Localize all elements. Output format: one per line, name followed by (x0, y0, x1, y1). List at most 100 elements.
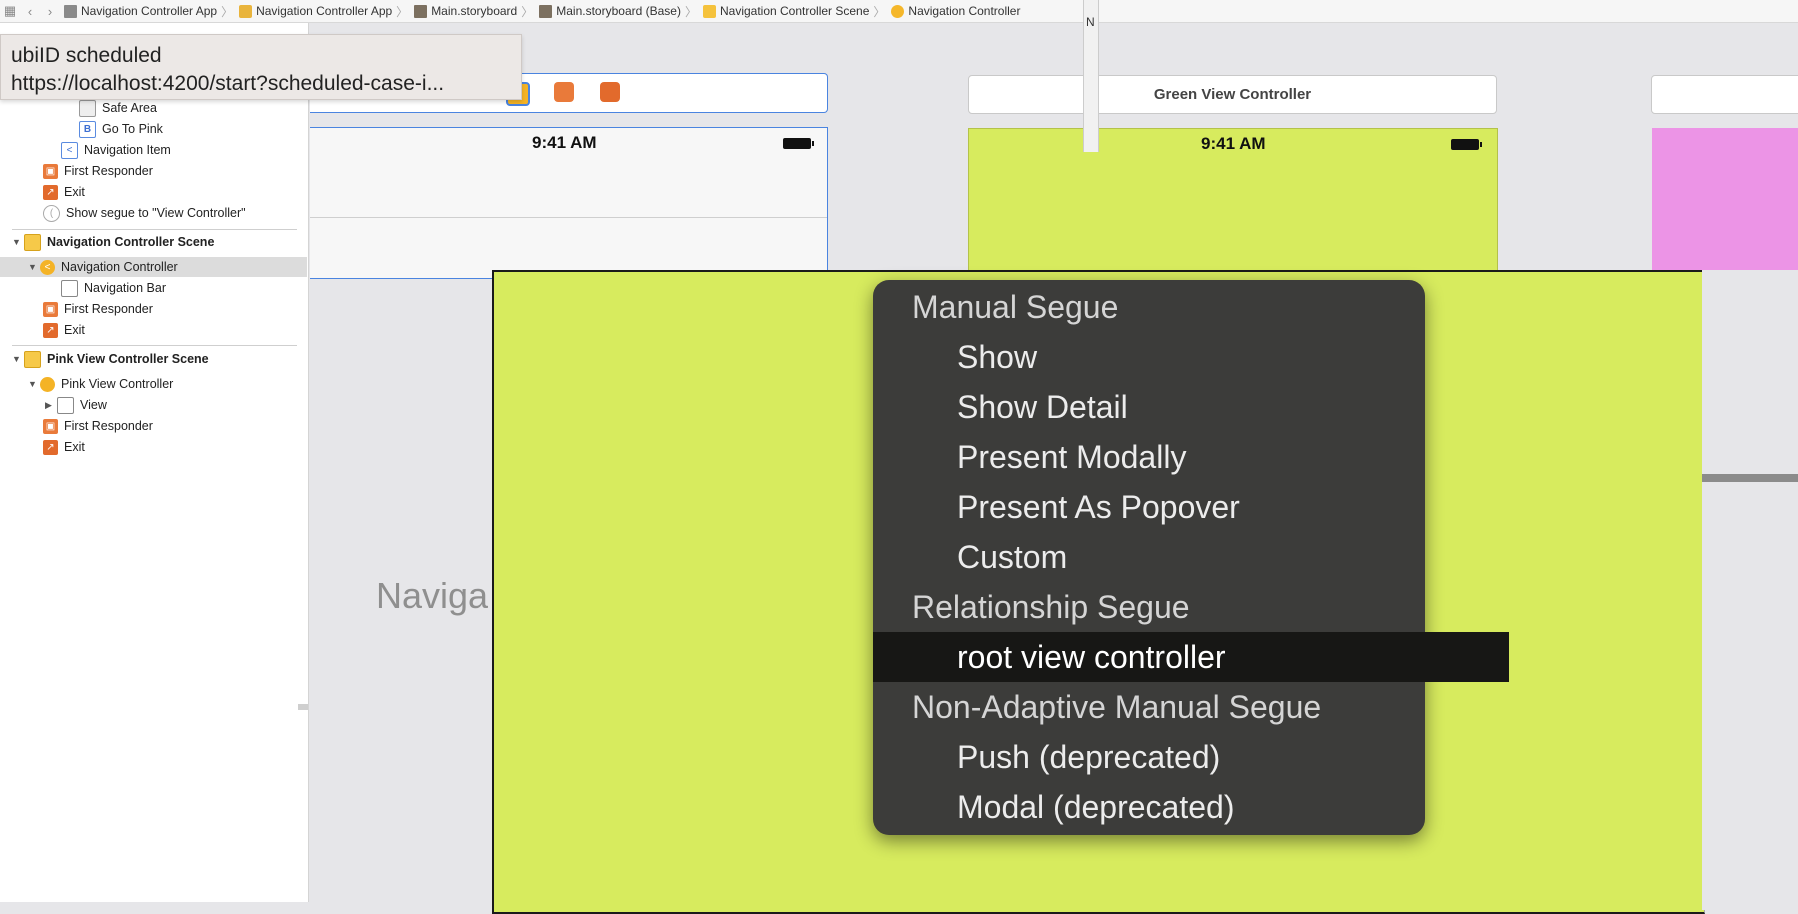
green-view-controller-title[interactable]: Green View Controller (968, 75, 1497, 114)
disclosure-triangle-icon[interactable]: ▼ (12, 237, 24, 247)
first-responder-icon: ▣ (43, 163, 58, 179)
view-icon (57, 396, 74, 414)
first-responder-icon: ▣ (43, 418, 58, 434)
notification-tooltip: ubiID scheduled https://localhost:4200/s… (0, 34, 522, 100)
breadcrumb-storyboard-base[interactable]: Main.storyboard (Base) 〉 (535, 3, 699, 20)
exit-icon[interactable] (600, 82, 620, 102)
breadcrumb-label: Main.storyboard (431, 4, 518, 18)
menu-header-relationship-segue: Relationship Segue (912, 588, 1190, 625)
document-outline: Safe Area B Go To Pink < Navigation Item… (0, 23, 309, 902)
status-bar-time: 9:41 AM (1201, 134, 1266, 153)
outline-label: First Responder (64, 419, 153, 433)
outline-item-show-segue[interactable]: ( Show segue to "View Controller" (43, 203, 246, 223)
breadcrumb-label: Navigation Controller App (81, 4, 218, 18)
canvas-background (1702, 270, 1798, 910)
outline-label: First Responder (64, 164, 153, 178)
menu-item-push-deprecated[interactable]: Push (deprecated) (873, 732, 1509, 782)
tooltip-title: ubiID scheduled (11, 44, 162, 67)
navigation-item-icon: < (61, 141, 78, 159)
battery-icon (1451, 139, 1482, 150)
breadcrumb-project[interactable]: Navigation Controller App 〉 (60, 3, 235, 20)
outline-label: Pink View Controller (61, 377, 174, 391)
forward-arrow-icon[interactable]: › (40, 4, 60, 19)
sidebar-resize-handle[interactable] (298, 704, 308, 710)
outline-item-first-responder[interactable]: ▣ First Responder (43, 161, 153, 181)
outline-label: Safe Area (102, 101, 157, 115)
exit-icon: ↗ (43, 439, 58, 455)
segue-icon: ( (43, 204, 60, 222)
outline-item-exit[interactable]: ↗ Exit (43, 437, 85, 457)
outline-item-exit[interactable]: ↗ Exit (43, 182, 85, 202)
related-items-icon[interactable]: ▦ (0, 3, 20, 19)
outline-label: Exit (64, 323, 85, 337)
status-bar-time: 9:41 AM (532, 133, 597, 152)
outline-item-pink-view-controller[interactable]: ▼ Pink View Controller (28, 374, 173, 394)
outline-scene-navigation-controller[interactable]: ▼ Navigation Controller Scene (12, 232, 214, 252)
breadcrumb-scene[interactable]: Navigation Controller Scene 〉 (699, 3, 887, 20)
safe-area-icon (79, 99, 96, 117)
first-responder-icon[interactable] (554, 82, 574, 102)
menu-item-root-view-controller[interactable]: root view controller (873, 632, 1509, 682)
navigation-controller-icon: < (40, 259, 55, 275)
breadcrumb-label: Navigation Controller App (256, 4, 393, 18)
outline-item-navigation-bar[interactable]: Navigation Bar (61, 278, 166, 298)
menu-item-show-detail[interactable]: Show Detail (873, 382, 1509, 432)
disclosure-triangle-icon[interactable]: ▼ (28, 379, 40, 389)
outline-label: Exit (64, 440, 85, 454)
exit-icon: ↗ (43, 322, 58, 338)
view-controller-icon (40, 376, 55, 392)
breadcrumb-label: Navigation Controller Scene (719, 4, 870, 18)
first-responder-icon: ▣ (43, 301, 58, 317)
scene-icon (24, 350, 41, 368)
menu-item-show[interactable]: Show (873, 332, 1509, 382)
breadcrumb-label: Navigation Controller (908, 4, 1021, 18)
disclosure-triangle-icon[interactable]: ▼ (12, 354, 24, 364)
outline-item-first-responder[interactable]: ▣ First Responder (43, 299, 153, 319)
outline-scene-pink-view-controller[interactable]: ▼ Pink View Controller Scene (12, 349, 209, 369)
outline-label: Navigation Controller Scene (47, 235, 215, 249)
outline-item-safe-area[interactable]: Safe Area (79, 98, 157, 118)
breadcrumb-label: Main.storyboard (Base) (556, 4, 681, 18)
outline-label: Exit (64, 185, 85, 199)
outline-item-exit[interactable]: ↗ Exit (43, 320, 85, 340)
segue-type-menu[interactable]: Manual Segue Show Show Detail Present Mo… (873, 280, 1509, 835)
green-view-controller-scene[interactable]: 9:41 AM (968, 128, 1498, 275)
storyboard-file-icon (414, 4, 428, 18)
breadcrumb-storyboard[interactable]: Main.storyboard 〉 (410, 3, 535, 20)
exit-icon: ↗ (43, 184, 58, 200)
back-arrow-icon[interactable]: ‹ (20, 4, 40, 19)
disclosure-triangle-icon[interactable]: ▼ (28, 262, 40, 272)
outline-label: Navigation Bar (84, 281, 166, 295)
pink-view-controller-scene[interactable] (1652, 128, 1798, 273)
breadcrumb-navigation-controller[interactable]: Navigation Controller (887, 4, 1020, 18)
disclosure-triangle-icon[interactable]: ▶ (45, 400, 57, 411)
menu-item-present-modally[interactable]: Present Modally (873, 432, 1509, 482)
outline-label: Navigation Item (84, 143, 171, 157)
pink-view-controller-title[interactable] (1651, 75, 1798, 114)
outline-item-navigation-item[interactable]: < Navigation Item (61, 140, 171, 160)
outline-label: Navigation Controller (61, 260, 178, 274)
breadcrumb-folder[interactable]: Navigation Controller App 〉 (235, 3, 410, 20)
outline-item-view[interactable]: ▶ View (45, 395, 107, 415)
battery-icon (783, 138, 814, 149)
scene-caption: Naviga (376, 575, 489, 616)
drag-connection-label: N (1086, 15, 1095, 29)
outline-label: Show segue to "View Controller" (66, 206, 246, 220)
menu-item-custom[interactable]: Custom (873, 532, 1509, 582)
navigation-controller-scene[interactable]: 9:41 AM (310, 127, 828, 279)
menu-item-modal-deprecated[interactable]: Modal (deprecated) (873, 782, 1509, 832)
outline-item-navigation-controller[interactable]: ▼ < Navigation Controller (0, 257, 307, 277)
segue-connection-line (1702, 474, 1798, 482)
outline-item-go-to-pink[interactable]: B Go To Pink (79, 119, 163, 139)
scene-icon (24, 233, 41, 251)
scene-icon (702, 4, 716, 18)
outline-label: View (80, 398, 107, 412)
outline-item-first-responder[interactable]: ▣ First Responder (43, 416, 153, 436)
button-icon: B (79, 120, 96, 138)
folder-icon (239, 4, 253, 18)
menu-header-non-adaptive-manual-segue: Non-Adaptive Manual Segue (912, 688, 1322, 725)
jump-bar: ▦ ‹ › Navigation Controller App 〉 Naviga… (0, 0, 1798, 23)
menu-item-present-as-popover[interactable]: Present As Popover (873, 482, 1509, 532)
navigation-controller-icon (891, 4, 905, 18)
project-file-icon (64, 4, 77, 18)
